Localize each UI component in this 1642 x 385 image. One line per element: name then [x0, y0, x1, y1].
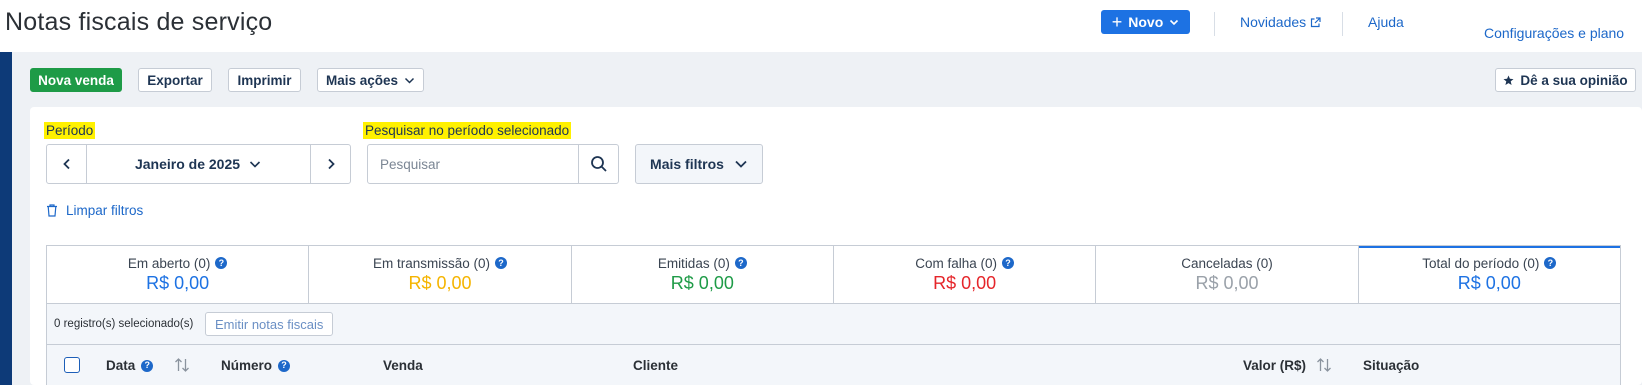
feedback-label: Dê a sua opinião — [1520, 72, 1628, 88]
mais-acoes-label: Mais ações — [325, 72, 399, 88]
status-card-value: R$ 0,00 — [933, 272, 997, 293]
status-card-value: R$ 0,00 — [146, 272, 210, 293]
status-card-label: Canceladas (0) — [1181, 256, 1273, 271]
sort-icon[interactable] — [1316, 357, 1332, 373]
sidebar-stripe — [0, 52, 12, 385]
star-icon — [1503, 75, 1514, 85]
clear-filters-link[interactable]: Limpar filtros — [46, 203, 143, 218]
table-header: Data ? Número ? Venda Cliente Valor (R$)… — [46, 344, 1621, 385]
search-box — [367, 144, 619, 184]
help-icon[interactable]: ? — [141, 359, 154, 372]
chevron-down-icon — [735, 160, 747, 168]
status-card[interactable]: Em transmissão (0)? R$ 0,00 — [309, 246, 572, 303]
feedback-button[interactable]: Dê a sua opinião — [1495, 68, 1636, 92]
new-button[interactable]: + Novo — [1101, 10, 1190, 34]
status-card-label-text: Total do período (0) — [1422, 255, 1540, 271]
help-icon[interactable]: ? — [734, 257, 747, 269]
status-card-label: Em aberto (0)? — [128, 256, 228, 271]
divider — [1214, 12, 1215, 36]
column-numero[interactable]: Número ? — [221, 358, 291, 373]
plus-icon: + — [1111, 12, 1123, 32]
help-icon[interactable]: ? — [278, 359, 291, 372]
chevron-left-icon — [62, 158, 70, 170]
status-card[interactable]: Total do período (0)? R$ 0,00 — [1359, 246, 1620, 303]
period-dropdown[interactable]: Janeiro de 2025 — [87, 145, 310, 183]
status-summary: Em aberto (0)? R$ 0,00 Em transmissão (0)?… — [46, 245, 1621, 304]
help-icon[interactable]: ? — [1544, 257, 1557, 269]
novidades-link[interactable]: Novidades — [1240, 14, 1321, 30]
help-icon[interactable]: ? — [1002, 257, 1015, 269]
search-label: Pesquisar no período selecionado — [363, 122, 572, 139]
clear-filters-label: Limpar filtros — [66, 203, 144, 218]
chevron-down-icon — [404, 77, 415, 84]
trash-icon — [47, 204, 57, 217]
status-card-label-text: Em transmissão (0) — [372, 255, 490, 271]
period-selector: Janeiro de 2025 — [46, 144, 351, 184]
search-input[interactable] — [368, 145, 579, 183]
sort-icon[interactable] — [174, 357, 190, 373]
status-card-label-text: Emitidas (0) — [657, 255, 730, 271]
status-card-label: Com falha (0)? — [915, 255, 1015, 271]
imprimir-button[interactable]: Imprimir — [228, 68, 301, 92]
status-card[interactable]: Em aberto (0)? R$ 0,00 — [47, 246, 310, 303]
top-bar: Notas fiscais de serviço + Novo Novidade… — [0, 0, 1642, 52]
status-card[interactable]: Canceladas (0) R$ 0,00 — [1096, 246, 1359, 303]
column-situacao[interactable]: Situação — [1363, 358, 1419, 373]
column-data-label: Data — [106, 358, 136, 373]
new-button-label: Novo — [1128, 14, 1164, 30]
help-icon[interactable]: ? — [495, 257, 507, 269]
status-card-label: Em transmissão (0)? — [373, 256, 507, 271]
selection-count: 0 registro(s) selecionado(s) — [54, 318, 194, 330]
column-cliente[interactable]: Cliente — [633, 358, 678, 373]
chevron-down-icon — [1170, 19, 1179, 26]
next-period-button[interactable] — [310, 145, 350, 183]
status-card[interactable]: Emitidas (0)? R$ 0,00 — [572, 246, 834, 303]
period-label: Período — [44, 122, 96, 139]
more-filters-button[interactable]: Mais filtros — [635, 144, 763, 184]
chevron-down-icon — [249, 161, 261, 168]
divider — [1342, 12, 1343, 36]
status-card[interactable]: Com falha (0)? R$ 0,00 — [834, 246, 1097, 303]
ajuda-link[interactable]: Ajuda — [1368, 14, 1404, 30]
emit-invoices-button[interactable]: Emitir notas fiscais — [205, 312, 334, 336]
config-link[interactable]: Configurações e plano — [1484, 25, 1624, 41]
status-card-label-text: Canceladas (0) — [1181, 255, 1273, 271]
status-card-value: R$ 0,00 — [1195, 272, 1259, 293]
novidades-label: Novidades — [1240, 14, 1307, 30]
column-venda[interactable]: Venda — [383, 358, 423, 373]
status-card-value: R$ 0,00 — [670, 272, 734, 293]
column-numero-label: Número — [221, 358, 273, 373]
previous-period-button[interactable] — [47, 145, 87, 183]
chevron-right-icon — [327, 158, 335, 170]
status-card-value: R$ 0,00 — [1457, 272, 1521, 293]
selection-bar: 0 registro(s) selecionado(s) Emitir nota… — [46, 304, 1621, 344]
mais-acoes-button[interactable]: Mais ações — [317, 68, 424, 92]
status-card-label-text: Em aberto (0) — [127, 255, 211, 271]
status-card-label: Emitidas (0)? — [658, 256, 747, 271]
external-link-icon — [1311, 16, 1321, 27]
exportar-button[interactable]: Exportar — [138, 68, 212, 92]
help-icon[interactable]: ? — [215, 257, 228, 269]
column-valor[interactable]: Valor (R$) — [1243, 358, 1306, 373]
status-card-value: R$ 0,00 — [408, 272, 472, 293]
nova-venda-button[interactable]: Nova venda — [30, 68, 122, 92]
column-data[interactable]: Data ? — [106, 358, 154, 373]
search-icon — [590, 156, 607, 172]
select-all-checkbox[interactable] — [64, 357, 80, 373]
more-filters-label: Mais filtros — [650, 156, 724, 172]
search-button[interactable] — [578, 145, 618, 183]
period-value: Janeiro de 2025 — [134, 156, 241, 172]
status-card-label: Total do período (0)? — [1422, 255, 1557, 271]
status-card-label-text: Com falha (0) — [915, 255, 998, 271]
page-title: Notas fiscais de serviço — [5, 8, 273, 36]
